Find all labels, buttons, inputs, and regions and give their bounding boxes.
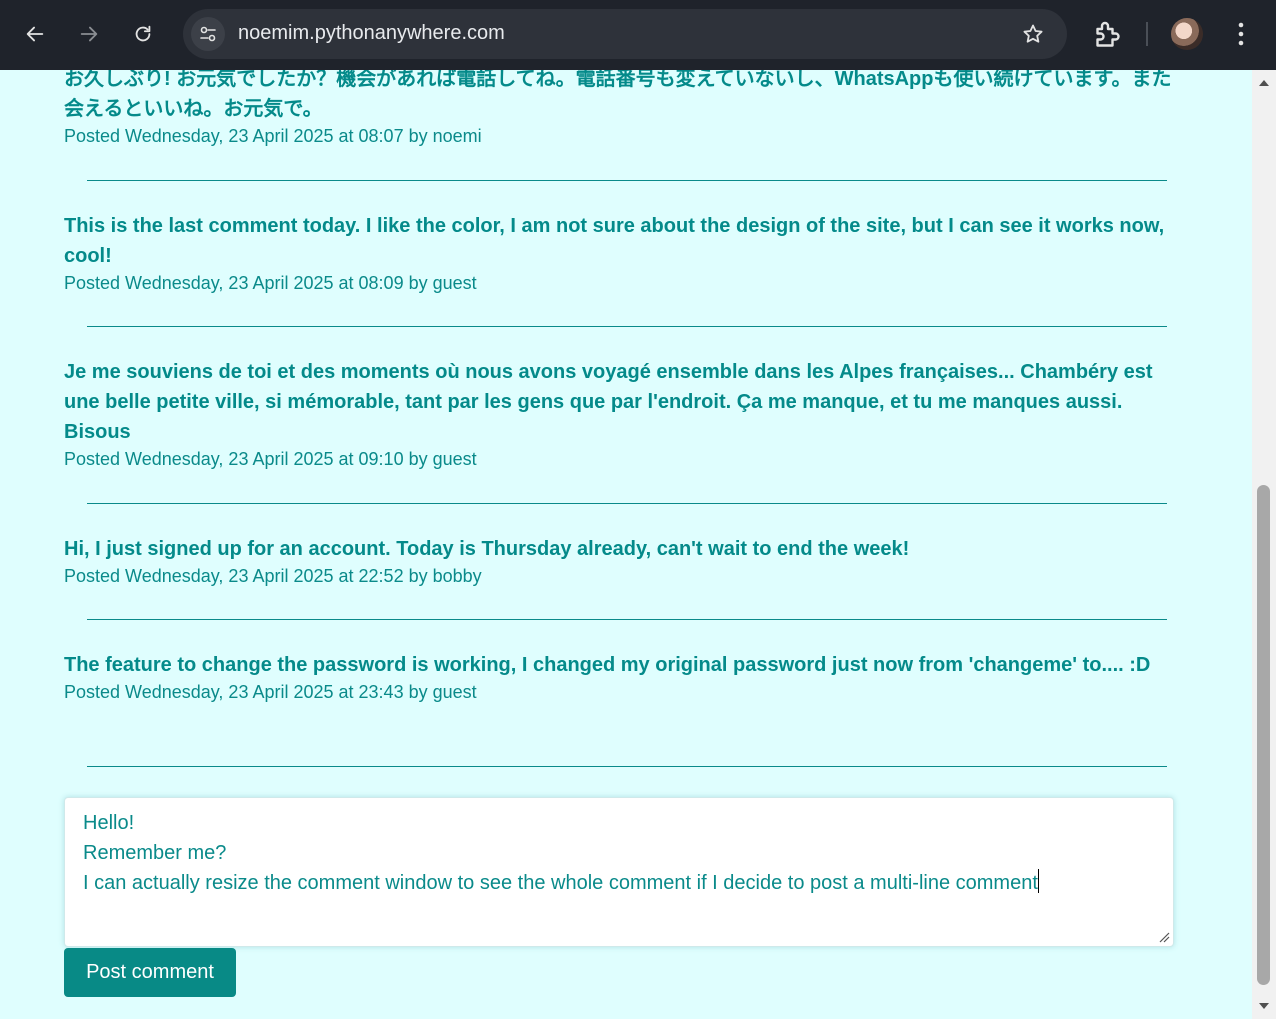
scroll-down-arrow-icon[interactable] <box>1257 999 1271 1013</box>
post-text: Je me souviens de toi et des moments où … <box>64 361 1153 443</box>
post-divider <box>87 180 1167 181</box>
post-meta: Posted Wednesday, 23 April 2025 at 23:43… <box>64 682 477 702</box>
vertical-scrollbar[interactable] <box>1252 70 1276 1019</box>
browser-toolbar: noemim.pythonanywhere.com <box>0 0 1276 70</box>
site-info-button[interactable] <box>191 17 225 51</box>
post-meta: Posted Wednesday, 23 April 2025 at 09:10… <box>64 449 477 469</box>
comment-line: I can actually resize the comment window… <box>83 872 1038 894</box>
more-menu-icon[interactable] <box>1228 18 1254 50</box>
extensions-icon[interactable] <box>1090 17 1126 53</box>
reload-icon <box>135 25 151 42</box>
comment-line-with-caret: I can actually resize the comment window… <box>83 868 1155 898</box>
post-text: This is the last comment today. I like t… <box>64 215 1165 267</box>
scrollbar-thumb[interactable] <box>1257 485 1270 985</box>
post-item: This is the last comment today. I like t… <box>64 211 1184 295</box>
site-info-icon <box>200 26 216 42</box>
post-item: Hi, I just signed up for an account. Tod… <box>64 534 1184 588</box>
post-text: お久しぶり! お元気でしたか？機会があれば電話してね。電話番号も変えていないし、… <box>64 70 1172 120</box>
resize-handle-icon[interactable] <box>1158 931 1170 943</box>
post-item: お久しぶり! お元気でしたか？機会があれば電話してね。電話番号も変えていないし、… <box>64 70 1184 148</box>
address-bar[interactable]: noemim.pythonanywhere.com <box>183 9 1067 59</box>
post-divider <box>87 503 1167 504</box>
back-button[interactable] <box>15 14 55 54</box>
post-comment-button[interactable]: Post comment <box>64 948 236 997</box>
comment-line: Remember me? <box>83 842 227 864</box>
url-text[interactable]: noemim.pythonanywhere.com <box>238 22 505 45</box>
post-divider <box>87 619 1167 620</box>
text-caret <box>1037 869 1039 893</box>
post-divider <box>87 326 1167 327</box>
forward-button[interactable] <box>69 14 109 54</box>
post-text: Hi, I just signed up for an account. Tod… <box>64 538 910 560</box>
comment-line: Hello! <box>83 812 135 834</box>
post-item: The feature to change the password is wo… <box>64 650 1184 704</box>
back-arrow-icon <box>26 26 44 42</box>
post-meta: Posted Wednesday, 23 April 2025 at 22:52… <box>64 566 482 586</box>
comment-textarea[interactable]: Hello! Remember me? I can actually resiz… <box>64 797 1174 947</box>
post-meta: Posted Wednesday, 23 April 2025 at 08:09… <box>64 273 477 293</box>
post-text: The feature to change the password is wo… <box>64 654 1151 676</box>
forward-arrow-icon <box>80 26 98 42</box>
post-meta: Posted Wednesday, 23 April 2025 at 08:07… <box>64 126 482 146</box>
scroll-up-arrow-icon[interactable] <box>1257 76 1271 90</box>
post-divider <box>87 766 1167 767</box>
profile-avatar[interactable] <box>1171 18 1203 50</box>
toolbar-divider <box>1146 22 1148 46</box>
bookmark-star-icon[interactable] <box>1021 22 1045 46</box>
reload-button[interactable] <box>123 14 163 54</box>
post-item: Je me souviens de toi et des moments où … <box>64 357 1184 471</box>
page-content: お久しぶり! お元気でしたか？機会があれば電話してね。電話番号も変えていないし、… <box>0 70 1252 1019</box>
